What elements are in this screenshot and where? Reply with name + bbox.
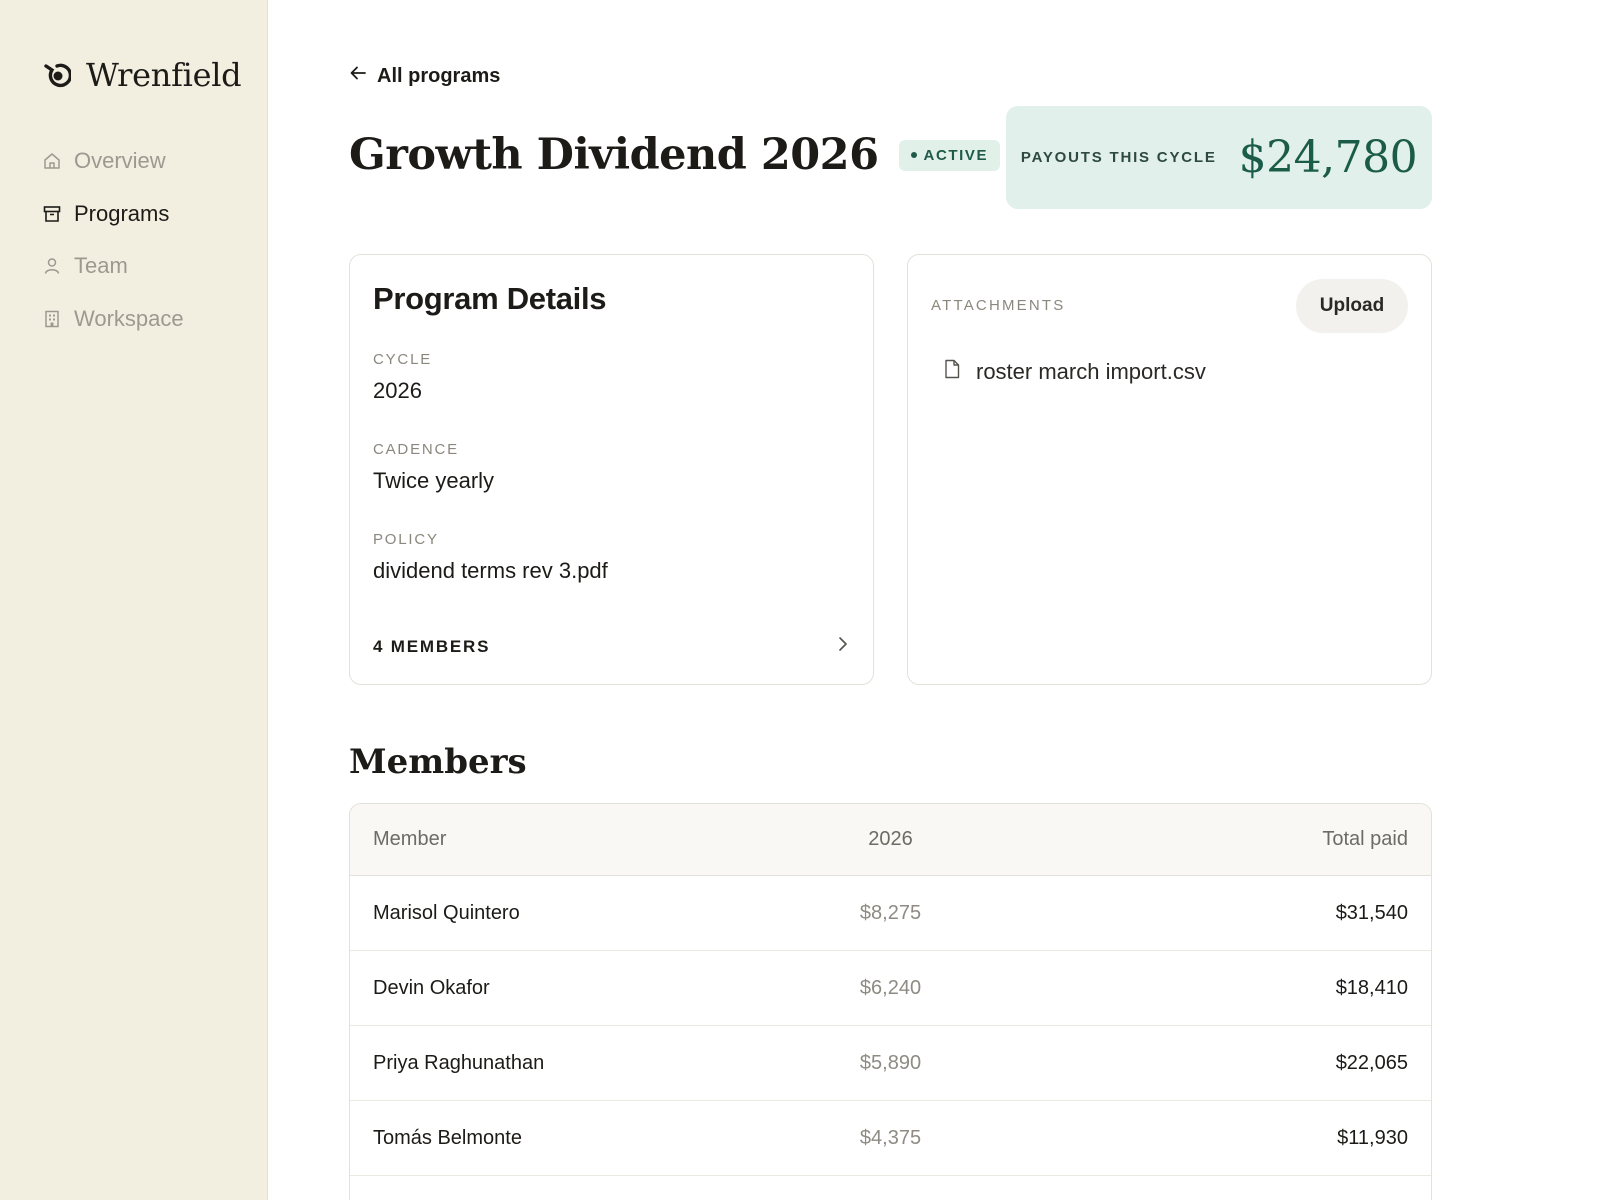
sidebar-nav: Overview Programs Team Workspace: [42, 146, 184, 356]
members-table: Member 2026 Total paid Marisol Quintero …: [349, 803, 1432, 1200]
sidebar-item-label: Workspace: [74, 305, 184, 331]
brand-logo-icon: [42, 60, 72, 90]
cell-year: $4,375: [859, 1126, 922, 1149]
cell-total: $22,065: [1335, 1051, 1408, 1074]
archive-icon: [42, 204, 62, 224]
table-row[interactable]: Devin Okafor $6,240 $18,410: [350, 951, 1431, 1026]
field-label: CYCLE: [373, 351, 433, 368]
page-title: Growth Dividend 2026: [349, 130, 879, 180]
cell-total: $18,410: [1335, 976, 1408, 999]
cell-member: Devin Okafor: [373, 976, 490, 999]
status-badge-label: ACTIVE: [923, 146, 989, 164]
sidebar: Wrenfield Overview Programs Team Workspa…: [0, 0, 268, 1200]
members-link-label: 4 MEMBERS: [373, 636, 491, 656]
attachment-file-name: roster march import.csv: [976, 359, 1206, 384]
cell-member: Priya Raghunathan: [373, 1051, 545, 1074]
field-value: 2026: [373, 378, 422, 403]
attachments-label: ATTACHMENTS: [931, 297, 1066, 314]
cell-year: $6,240: [859, 976, 922, 999]
building-icon: [42, 309, 62, 329]
column-header-total[interactable]: Total paid: [1072, 828, 1431, 851]
column-header-year[interactable]: 2026: [709, 828, 1071, 851]
table-row[interactable]: Tomás Belmonte $4,375 $11,930: [350, 1101, 1431, 1176]
sidebar-item-label: Programs: [74, 200, 170, 226]
attachment-file[interactable]: roster march import.csv: [944, 359, 1206, 385]
upload-button[interactable]: Upload: [1296, 279, 1408, 333]
members-link[interactable]: 4 MEMBERS: [373, 635, 850, 658]
back-link-label: All programs: [377, 64, 501, 87]
status-dot-icon: [910, 152, 917, 158]
program-details-title: Program Details: [373, 281, 607, 316]
payout-summary-card: PAYOUTS THIS CYCLE $24,780: [1006, 106, 1432, 209]
field-cadence: CADENCE Twice yearly: [373, 441, 494, 494]
cell-total: $31,540: [1335, 901, 1408, 924]
field-label: POLICY: [373, 531, 439, 548]
payout-value: $24,780: [1238, 132, 1418, 183]
cell-member: Tomás Belmonte: [373, 1126, 522, 1149]
sidebar-item-workspace[interactable]: Workspace: [42, 304, 184, 334]
sidebar-item-overview[interactable]: Overview: [42, 146, 184, 176]
status-badge: ACTIVE: [898, 139, 1001, 171]
file-icon: [944, 359, 960, 385]
sidebar-item-label: Team: [74, 253, 128, 278]
cell-member: Marisol Quintero: [373, 901, 520, 924]
column-header-member[interactable]: Member: [350, 828, 709, 851]
table-header: Member 2026 Total paid: [350, 804, 1431, 876]
payout-label: PAYOUTS THIS CYCLE: [1020, 149, 1217, 166]
brand[interactable]: Wrenfield: [42, 56, 242, 94]
home-icon: [42, 151, 62, 171]
attachments-card: ATTACHMENTS Upload roster march import.c…: [907, 254, 1432, 685]
field-value: dividend terms rev 3.pdf: [373, 558, 608, 583]
field-cycle: CYCLE 2026: [373, 351, 432, 404]
table-row[interactable]: Priya Raghunathan $5,890 $22,065: [350, 1026, 1431, 1101]
cell-total: $11,930: [1337, 1126, 1408, 1149]
back-link[interactable]: All programs: [349, 64, 500, 88]
table-row[interactable]: Marisol Quintero $8,275 $31,540: [350, 876, 1431, 951]
program-details-card: Program Details CYCLE 2026 CADENCE Twice…: [349, 254, 874, 685]
sidebar-item-label: Overview: [74, 148, 166, 173]
members-section-title: Members: [349, 742, 527, 782]
title-row: Growth Dividend 2026 ACTIVE: [349, 130, 1001, 180]
person-icon: [42, 256, 62, 276]
field-policy: POLICY dividend terms rev 3.pdf: [373, 531, 608, 584]
cell-year: $5,890: [859, 1051, 922, 1074]
cell-year: $8,275: [859, 901, 922, 924]
sidebar-item-programs[interactable]: Programs: [42, 199, 184, 229]
field-label: CADENCE: [373, 441, 459, 458]
sidebar-item-team[interactable]: Team: [42, 251, 184, 281]
brand-name: Wrenfield: [86, 56, 242, 94]
chevron-right-icon: [836, 635, 850, 658]
field-value: Twice yearly: [373, 468, 495, 493]
arrow-left-icon: [349, 64, 367, 88]
